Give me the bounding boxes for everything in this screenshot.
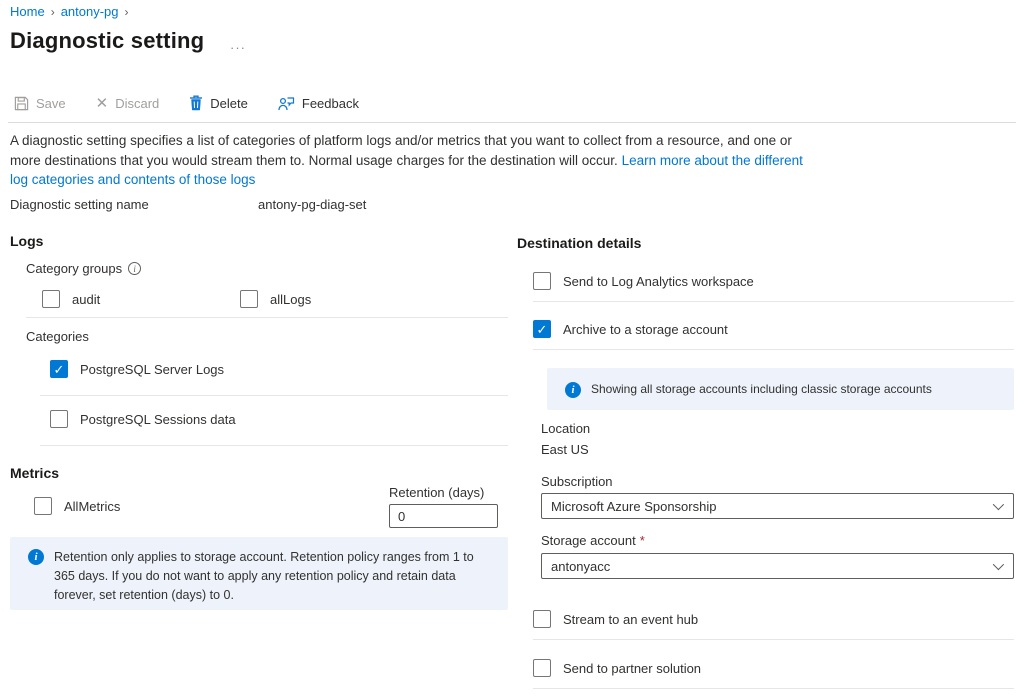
checkbox-row-event-hub[interactable]: Stream to an event hub	[533, 610, 698, 628]
metrics-heading: Metrics	[10, 465, 59, 481]
overflow-menu-button[interactable]: ···	[230, 40, 246, 55]
destination-details-heading: Destination details	[517, 235, 641, 251]
command-bar: Save ✕ Discard Delete Feedback	[14, 92, 359, 114]
diagnostic-setting-name-label: Diagnostic setting name	[10, 197, 149, 212]
subscription-label: Subscription	[541, 474, 613, 489]
breadcrumb-antony-pg[interactable]: antony-pg	[61, 4, 119, 19]
chevron-right-icon: ›	[51, 5, 55, 19]
checkbox-row-allmetrics[interactable]: AllMetrics	[34, 497, 120, 515]
log-analytics-checkbox[interactable]	[533, 272, 551, 290]
storage-account-label-row: Storage account *	[541, 533, 645, 548]
postgresql-server-logs-checkbox[interactable]	[50, 360, 68, 378]
storage-account-label: Storage account	[541, 533, 636, 548]
event-hub-checkbox[interactable]	[533, 610, 551, 628]
discard-label: Discard	[115, 96, 159, 111]
retention-info-box: i Retention only applies to storage acco…	[10, 537, 508, 610]
divider	[40, 445, 508, 446]
location-value: East US	[541, 442, 589, 457]
retention-days-label: Retention (days)	[389, 485, 484, 500]
destination-details-column: Destination details Send to Log Analytic…	[517, 235, 1014, 695]
feedback-button[interactable]: Feedback	[278, 96, 359, 111]
category-groups-label-row: Category groups i	[26, 261, 141, 276]
breadcrumb: Home › antony-pg ›	[10, 4, 129, 19]
trash-icon	[189, 95, 203, 111]
diagnostic-setting-name-value: antony-pg-diag-set	[258, 197, 366, 212]
toolbar-divider	[8, 122, 1016, 123]
save-button[interactable]: Save	[14, 96, 66, 111]
delete-button[interactable]: Delete	[189, 95, 248, 111]
alllogs-label: allLogs	[270, 292, 311, 307]
page-description: A diagnostic setting specifies a list of…	[10, 131, 805, 190]
archive-storage-label: Archive to a storage account	[563, 322, 728, 337]
feedback-icon	[278, 96, 295, 111]
chevron-down-icon	[993, 559, 1004, 570]
chevron-right-icon: ›	[125, 5, 129, 19]
save-icon	[14, 96, 29, 111]
checkbox-row-audit[interactable]: audit	[42, 290, 100, 308]
storage-account-selected-value: antonyacc	[551, 559, 610, 574]
partner-solution-checkbox[interactable]	[533, 659, 551, 677]
postgresql-sessions-data-checkbox[interactable]	[50, 410, 68, 428]
event-hub-label: Stream to an event hub	[563, 612, 698, 627]
checkbox-row-alllogs[interactable]: allLogs	[240, 290, 311, 308]
divider	[533, 639, 1014, 640]
log-analytics-label: Send to Log Analytics workspace	[563, 274, 754, 289]
required-marker: *	[640, 533, 645, 548]
divider	[533, 301, 1014, 302]
archive-storage-checkbox[interactable]	[533, 320, 551, 338]
feedback-label: Feedback	[302, 96, 359, 111]
save-label: Save	[36, 96, 66, 111]
checkbox-row-postgresql-server-logs[interactable]: PostgreSQL Server Logs	[50, 360, 224, 378]
checkbox-row-postgresql-sessions-data[interactable]: PostgreSQL Sessions data	[50, 410, 236, 428]
divider	[26, 317, 508, 318]
postgresql-sessions-data-label: PostgreSQL Sessions data	[80, 412, 236, 427]
subscription-selected-value: Microsoft Azure Sponsorship	[551, 499, 716, 514]
logs-metrics-column: Logs Category groups i audit allLogs Cat…	[10, 233, 508, 693]
category-groups-label: Category groups	[26, 261, 122, 276]
divider	[533, 688, 1014, 689]
divider	[40, 395, 508, 396]
partner-solution-label: Send to partner solution	[563, 661, 701, 676]
allmetrics-checkbox[interactable]	[34, 497, 52, 515]
audit-checkbox[interactable]	[42, 290, 60, 308]
categories-label: Categories	[26, 329, 89, 344]
subscription-select[interactable]: Microsoft Azure Sponsorship	[541, 493, 1014, 519]
logs-heading: Logs	[10, 233, 43, 249]
alllogs-checkbox[interactable]	[240, 290, 258, 308]
discard-x-icon: ✕	[96, 94, 109, 112]
page-title: Diagnostic setting	[10, 28, 204, 54]
chevron-down-icon	[993, 499, 1004, 510]
checkbox-row-archive-storage[interactable]: Archive to a storage account	[533, 320, 728, 338]
checkbox-row-partner-solution[interactable]: Send to partner solution	[533, 659, 701, 677]
checkbox-row-log-analytics[interactable]: Send to Log Analytics workspace	[533, 272, 754, 290]
postgresql-server-logs-label: PostgreSQL Server Logs	[80, 362, 224, 377]
storage-accounts-info-box: i Showing all storage accounts including…	[547, 368, 1014, 410]
discard-button[interactable]: ✕ Discard	[96, 94, 160, 112]
audit-label: audit	[72, 292, 100, 307]
divider	[533, 349, 1014, 350]
retention-info-text: Retention only applies to storage accoun…	[54, 548, 484, 605]
retention-days-input[interactable]: 0	[389, 504, 498, 528]
info-tooltip-icon[interactable]: i	[128, 262, 141, 275]
storage-accounts-info-text: Showing all storage accounts including c…	[591, 380, 932, 399]
storage-account-select[interactable]: antonyacc	[541, 553, 1014, 579]
delete-label: Delete	[210, 96, 248, 111]
breadcrumb-home[interactable]: Home	[10, 4, 45, 19]
info-icon: i	[565, 382, 581, 398]
info-icon: i	[28, 549, 44, 565]
location-label: Location	[541, 421, 590, 436]
allmetrics-label: AllMetrics	[64, 499, 120, 514]
